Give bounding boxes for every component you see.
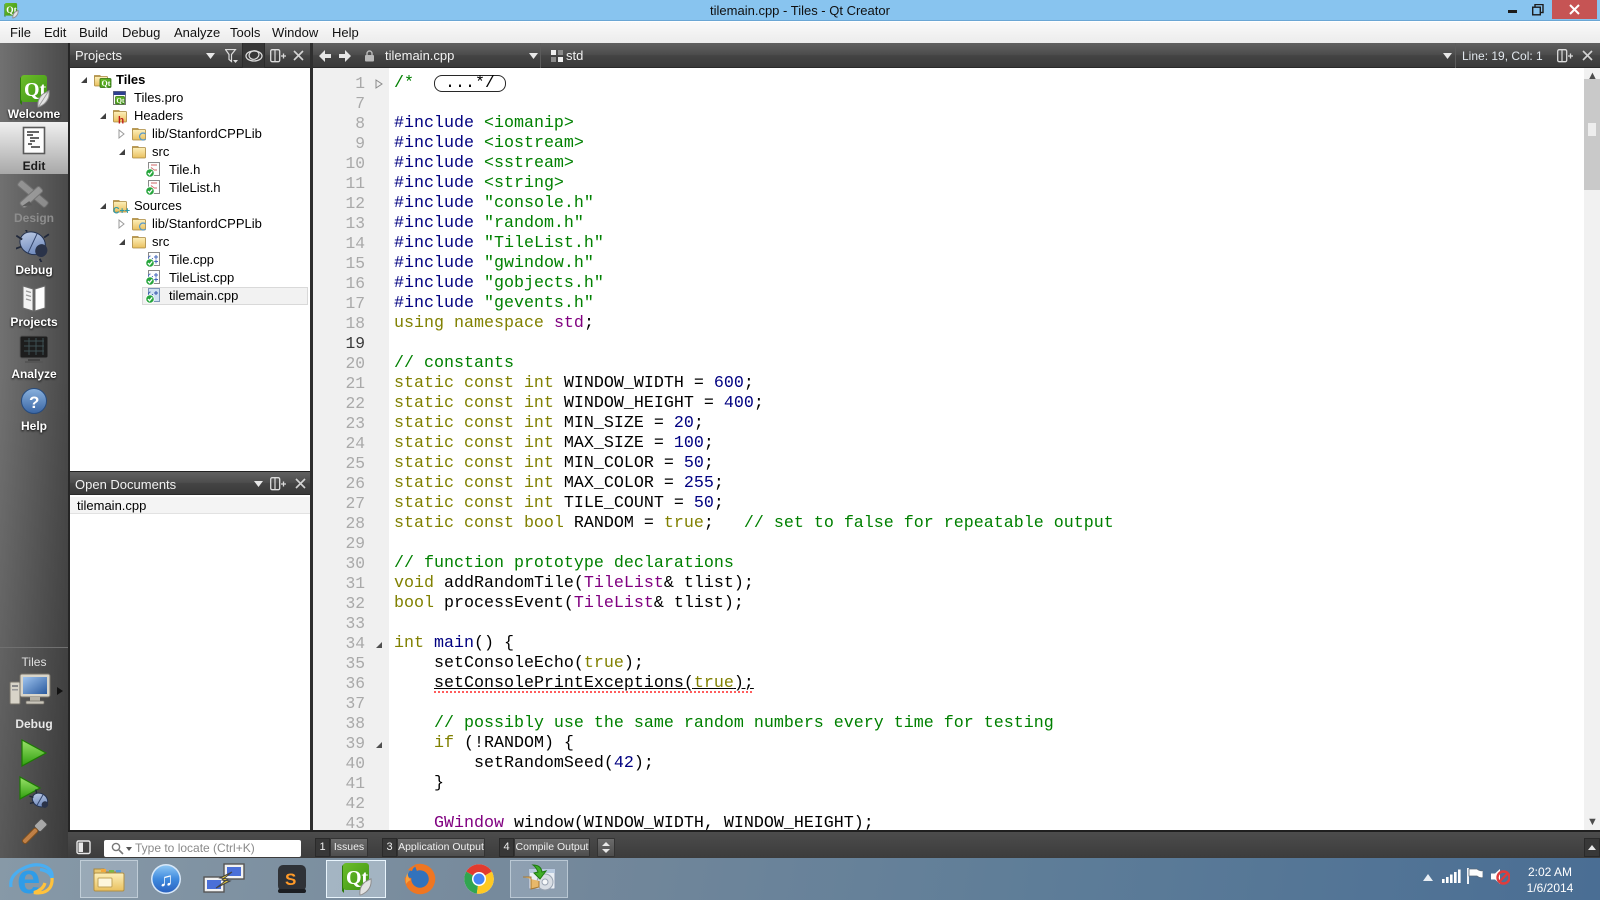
svg-text:h: h: [118, 116, 124, 125]
svg-text:?: ?: [29, 393, 39, 412]
svg-text:S: S: [285, 870, 296, 889]
svg-text:Qt: Qt: [102, 79, 111, 88]
svg-text:♫: ♫: [159, 870, 173, 891]
svg-text:C++: C++: [113, 206, 130, 215]
svg-text:Qt: Qt: [117, 97, 125, 105]
